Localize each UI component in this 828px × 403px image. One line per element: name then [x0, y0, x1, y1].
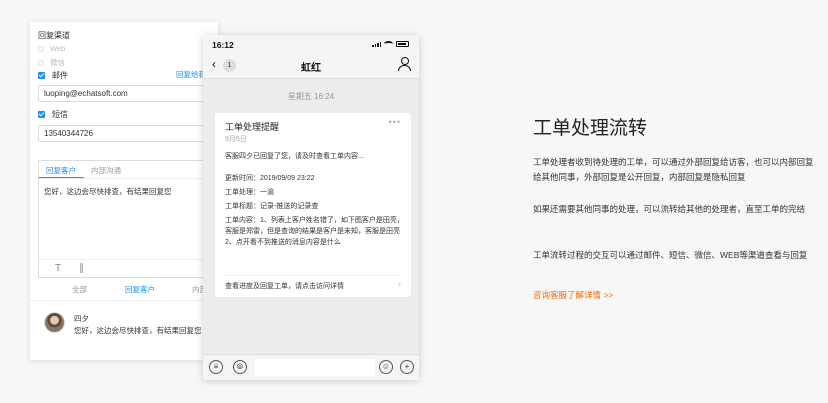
card-date: 9月6日	[225, 136, 247, 143]
status-bar: 16:12	[203, 35, 419, 53]
intro-paragraph-3: 工单流转过程的交互可以通过邮件、短信、微信、WEB等渠道查看与回复	[533, 250, 808, 260]
card-detail-link[interactable]: 查看进度及回复工单，请点击访问详情	[225, 281, 344, 291]
avatar	[44, 312, 65, 333]
chat-title: 虹红	[301, 63, 321, 74]
reply-to-me-link[interactable]: 回复给我	[176, 69, 206, 80]
card-ticket-content: 工单内容：1、列表上客户姓名错了，如下图客户是田亮，客服是郑雷，但是查询的结果是…	[225, 217, 404, 246]
tab-internal[interactable]: 内部沟通	[84, 161, 129, 178]
chevron-right-icon: ›	[398, 279, 401, 289]
chat-date-stamp: 星期五 16:24	[287, 92, 335, 101]
card-ticket-title: 工单标题：记录-推送的记录查	[225, 203, 319, 210]
channel-wechat-radio[interactable]: 微信	[38, 57, 65, 68]
attachment-icon[interactable]: ∥	[79, 263, 84, 274]
tab-reply-customer[interactable]: 回复客户	[39, 161, 84, 178]
channel-sms-checkbox[interactable]: 短信	[38, 109, 68, 120]
reply-editor: 回复客户 内部沟通 您好，这边会尽快排查，有结果回复您 T ∥	[38, 160, 216, 278]
chat-input[interactable]	[255, 359, 375, 376]
card-handler: 工单处理：一渝	[225, 189, 274, 196]
battery-icon	[396, 41, 409, 47]
add-icon[interactable]: +	[400, 360, 414, 374]
channel-web-radio[interactable]: Web	[38, 44, 65, 53]
radio-icon	[38, 45, 44, 52]
card-title: 工单处理提醒	[225, 122, 280, 132]
ticket-notification-card[interactable]: 工单处理提醒 9月6日 ••• 客服四夕已回复了您，请及时查看工单内容... 更…	[215, 113, 411, 297]
card-update-time: 更新时间：2019/09/09 23:22	[225, 175, 315, 182]
radio-icon	[38, 59, 44, 66]
filter-tabs: 全部 回复客户 内部	[30, 282, 218, 298]
reply-channel-title: 回复渠道	[38, 31, 70, 40]
channel-email-checkbox[interactable]: 邮件	[38, 70, 68, 81]
checkbox-checked-icon	[38, 111, 45, 118]
voice-icon[interactable]: ⦾	[233, 360, 247, 374]
phone-mockup: 16:12 ‹ 1 虹红 星期五 16:24 工单处理提醒 9月6日 ••• 客…	[203, 35, 419, 380]
intro-paragraph-1: 工单处理者收到待处理的工单，可以通过外部回复给访客，也可以内部回复给其他同事，外…	[533, 157, 814, 182]
channel-sms-label: 短信	[52, 110, 68, 119]
filter-tab-reply-customer[interactable]: 回复客户	[125, 284, 155, 295]
menu-icon[interactable]: ≡	[209, 360, 223, 374]
editor-toolbar: T ∥	[39, 259, 215, 277]
more-icon[interactable]: •••	[389, 117, 401, 127]
channel-web-label: Web	[50, 44, 66, 53]
channel-wechat-label: 微信	[50, 58, 65, 67]
signal-icon	[372, 42, 381, 47]
reply-textarea[interactable]: 您好，这边会尽快排查，有结果回复您	[39, 179, 215, 204]
chat-input-bar: ≡ ⦾ ☺ +	[203, 354, 419, 380]
message-author: 四夕	[74, 314, 89, 323]
intro-paragraph-2: 如果还需要其他同事的处理，可以流转给其他的处理者，直至工单的完结	[533, 204, 806, 214]
filter-tab-all[interactable]: 全部	[72, 284, 87, 295]
wifi-icon	[384, 41, 393, 47]
email-field[interactable]: luoping@echatsoft.com	[38, 85, 216, 102]
user-profile-icon[interactable]	[398, 57, 411, 71]
sms-phone-field[interactable]: 13540344726	[38, 125, 216, 142]
text-format-icon[interactable]: T	[55, 263, 61, 274]
reply-panel: 回复渠道 Web 微信 邮件 回复给我 luoping@echatsoft.co…	[30, 22, 218, 360]
section-heading: 工单处理流转	[533, 118, 648, 139]
chat-navbar: ‹ 1 虹红	[203, 53, 419, 79]
status-icons	[372, 41, 409, 47]
channel-email-label: 邮件	[52, 71, 68, 80]
divider	[30, 300, 218, 301]
card-intro: 客服四夕已回复了您，请及时查看工单内容...	[225, 153, 364, 160]
checkbox-checked-icon	[38, 72, 45, 79]
status-time: 16:12	[212, 40, 234, 50]
consult-link[interactable]: 咨询客服了解详情 >>	[533, 289, 613, 301]
message-text: 您好，这边会尽快排查，有结果回复您	[74, 326, 202, 335]
divider	[225, 275, 401, 276]
editor-tabs: 回复客户 内部沟通	[39, 161, 215, 179]
emoji-icon[interactable]: ☺	[379, 360, 393, 374]
